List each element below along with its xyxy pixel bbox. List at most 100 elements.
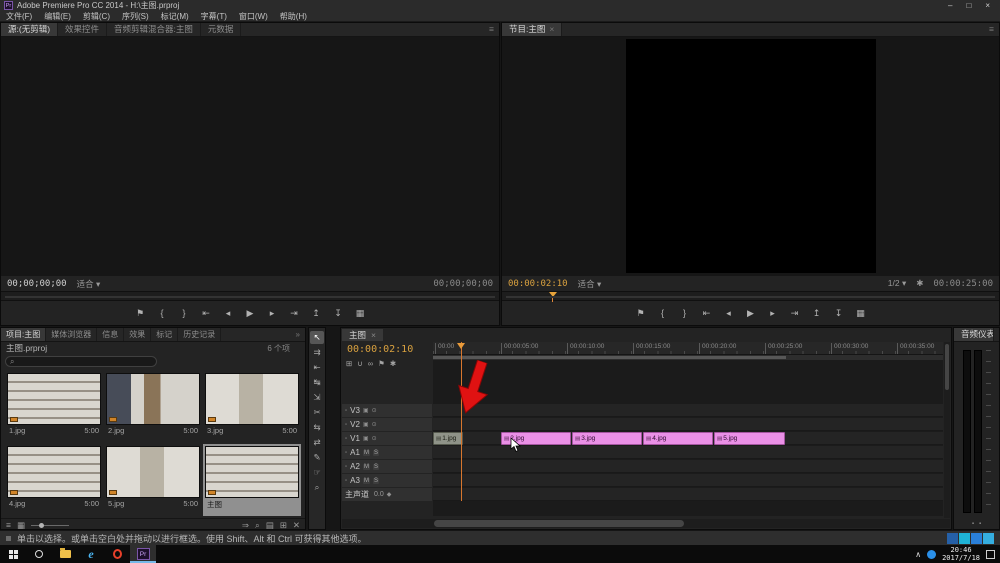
timeline-ruler[interactable]: 00:00 00:00:05:00 00:00:10:00 00:00:15:0… xyxy=(433,342,943,355)
project-item-2jpg[interactable]: 2.jpg5:00 xyxy=(104,371,202,443)
mark-out-button[interactable]: } xyxy=(678,308,691,318)
timeline-clip-5jpg[interactable]: ▤ 5.jpg xyxy=(714,432,785,445)
timeline-settings-icon[interactable]: ✱ xyxy=(390,359,396,368)
source-fit-dropdown[interactable]: 适合 ▾ xyxy=(77,278,101,290)
track-header-a3[interactable]: ▫ A3 M S xyxy=(342,474,432,487)
taskbar-clock[interactable]: 20:46 2017/7/18 xyxy=(942,546,980,562)
add-marker-button[interactable]: ⚑ xyxy=(634,308,647,319)
timeline-clip-3jpg[interactable]: ▤ 3.jpg xyxy=(572,432,642,445)
go-to-out-button[interactable]: ⇥ xyxy=(788,308,801,319)
tab-effects[interactable]: 效果 xyxy=(124,328,151,341)
program-fit-dropdown[interactable]: 适合 ▾ xyxy=(578,278,602,290)
export-frame-button[interactable]: ▦ xyxy=(854,308,867,319)
track-target-icon[interactable]: ▣ xyxy=(363,421,369,428)
solo-button[interactable]: S xyxy=(373,450,379,456)
lock-icon[interactable]: ▫ xyxy=(345,450,347,456)
capture-tool-icon-4[interactable] xyxy=(983,533,994,544)
track-content-a2[interactable] xyxy=(433,460,943,473)
project-file-name[interactable]: 主图.prproj xyxy=(6,342,47,354)
automate-to-sequence-button[interactable]: ⇒ xyxy=(242,520,249,531)
project-item-4jpg[interactable]: 4.jpg5:00 xyxy=(5,444,103,516)
track-header-v2[interactable]: ▫ V2 ▣ ⊙ xyxy=(342,418,432,431)
mark-in-button[interactable]: { xyxy=(156,308,169,318)
source-scrubber[interactable] xyxy=(1,291,499,301)
settings-wrench-icon[interactable]: ✱ xyxy=(916,278,923,289)
tab-source[interactable]: 源:(无剪辑) xyxy=(1,23,58,36)
track-content-a3[interactable] xyxy=(433,474,943,487)
slip-tool[interactable]: ⇆ xyxy=(310,421,324,434)
playhead-marker-icon[interactable] xyxy=(457,343,465,349)
project-item-3jpg[interactable]: 3.jpg5:00 xyxy=(203,371,301,443)
solo-button[interactable]: S xyxy=(373,478,379,484)
track-header-master[interactable]: 主声道 0.0 ◆ xyxy=(342,488,432,501)
tab-info[interactable]: 信息 xyxy=(97,328,124,341)
timeline-clip-4jpg[interactable]: ▤ 4.jpg xyxy=(643,432,713,445)
track-header-v1[interactable]: ▫ V1 ▣ ⊙ xyxy=(342,432,432,445)
menu-sequence[interactable]: 序列(S) xyxy=(116,11,155,22)
project-item-5jpg[interactable]: 5.jpg5:00 xyxy=(104,444,202,516)
track-header-v3[interactable]: ▫ V3 ▣ ⊙ xyxy=(342,404,432,417)
zoom-tool[interactable]: ⌕ xyxy=(310,481,324,494)
keyframe-nav-icon[interactable]: ◆ xyxy=(387,491,392,498)
start-button[interactable] xyxy=(0,545,26,563)
project-item-1jpg[interactable]: 1.jpg5:00 xyxy=(5,371,103,443)
menu-file[interactable]: 文件(F) xyxy=(0,11,38,22)
selection-tool[interactable]: ↖ xyxy=(310,331,324,344)
close-icon[interactable]: × xyxy=(371,329,376,341)
linked-selection-icon[interactable]: ∞ xyxy=(368,359,373,368)
panel-menu-icon[interactable]: ≡ xyxy=(484,23,499,36)
lock-icon[interactable]: ▫ xyxy=(345,436,347,442)
track-target-icon[interactable]: ▣ xyxy=(363,407,369,414)
close-icon[interactable]: × xyxy=(549,23,554,36)
project-item-sequence-selected[interactable]: 主图 xyxy=(203,444,301,516)
master-gain-value[interactable]: 0.0 xyxy=(374,491,384,498)
play-button[interactable]: ▶ xyxy=(744,308,757,319)
timeline-timecode[interactable]: 00:00:02:10 xyxy=(347,344,413,355)
lock-icon[interactable]: ▫ xyxy=(345,422,347,428)
extract-button[interactable]: ↧ xyxy=(832,308,845,319)
mute-button[interactable]: M xyxy=(363,464,370,470)
step-back-button[interactable]: ◂ xyxy=(722,308,735,319)
tab-audio-meters[interactable]: 音频仪表 xyxy=(954,328,994,341)
sequence-tab[interactable]: 主图 × xyxy=(342,329,383,341)
file-explorer-button[interactable] xyxy=(52,545,78,563)
play-button[interactable]: ▶ xyxy=(244,308,257,319)
tab-metadata[interactable]: 元数据 xyxy=(201,23,242,36)
panel-menu-icon[interactable]: ≡ xyxy=(984,23,999,36)
premiere-taskbar-button[interactable]: Pr xyxy=(130,545,156,563)
clear-button[interactable]: ✕ xyxy=(293,520,300,531)
opera-browser-button[interactable] xyxy=(104,545,130,563)
ripple-edit-tool[interactable]: ⇤ xyxy=(310,361,324,374)
go-to-out-button[interactable]: ⇥ xyxy=(288,308,301,319)
hand-tool[interactable]: ☞ xyxy=(310,466,324,479)
action-center-icon[interactable] xyxy=(986,550,995,559)
tab-effect-controls[interactable]: 效果控件 xyxy=(58,23,107,36)
taskbar-search-button[interactable] xyxy=(26,545,52,563)
lift-button[interactable]: ↥ xyxy=(810,308,823,319)
timeline-vertical-scrollbar[interactable] xyxy=(944,342,950,518)
tab-media-browser[interactable]: 媒体浏览器 xyxy=(46,328,97,341)
list-view-button[interactable]: ≡ xyxy=(6,520,11,530)
slide-tool[interactable]: ⇄ xyxy=(310,436,324,449)
solo-button[interactable]: S xyxy=(373,464,379,470)
snap-icon[interactable]: ∪ xyxy=(357,359,363,368)
program-playhead[interactable] xyxy=(552,292,553,302)
export-frame-button[interactable]: ▦ xyxy=(354,308,367,319)
go-to-in-button[interactable]: ⇤ xyxy=(200,308,213,319)
internet-explorer-button[interactable]: e xyxy=(78,545,104,563)
track-visibility-icon[interactable]: ⊙ xyxy=(372,421,377,428)
timeline-clip-1jpg[interactable]: ▤ 1.jpg xyxy=(433,432,463,445)
tab-program[interactable]: 节目:主图 × xyxy=(502,23,562,36)
capture-tool-icon-1[interactable] xyxy=(947,533,958,544)
go-to-in-button[interactable]: ⇤ xyxy=(700,308,713,319)
rate-stretch-tool[interactable]: ⇲ xyxy=(310,391,324,404)
track-target-icon[interactable]: ▣ xyxy=(363,435,369,442)
menu-title[interactable]: 字幕(T) xyxy=(195,11,233,22)
step-back-button[interactable]: ◂ xyxy=(222,308,235,319)
track-header-a2[interactable]: ▫ A2 M S xyxy=(342,460,432,473)
mark-out-button[interactable]: } xyxy=(178,308,191,318)
menu-window[interactable]: 窗口(W) xyxy=(233,11,274,22)
program-scrubber[interactable] xyxy=(502,291,999,301)
track-content-v2[interactable] xyxy=(433,418,943,431)
tab-audio-clip-mixer[interactable]: 音频剪辑混合器:主图 xyxy=(107,23,201,36)
